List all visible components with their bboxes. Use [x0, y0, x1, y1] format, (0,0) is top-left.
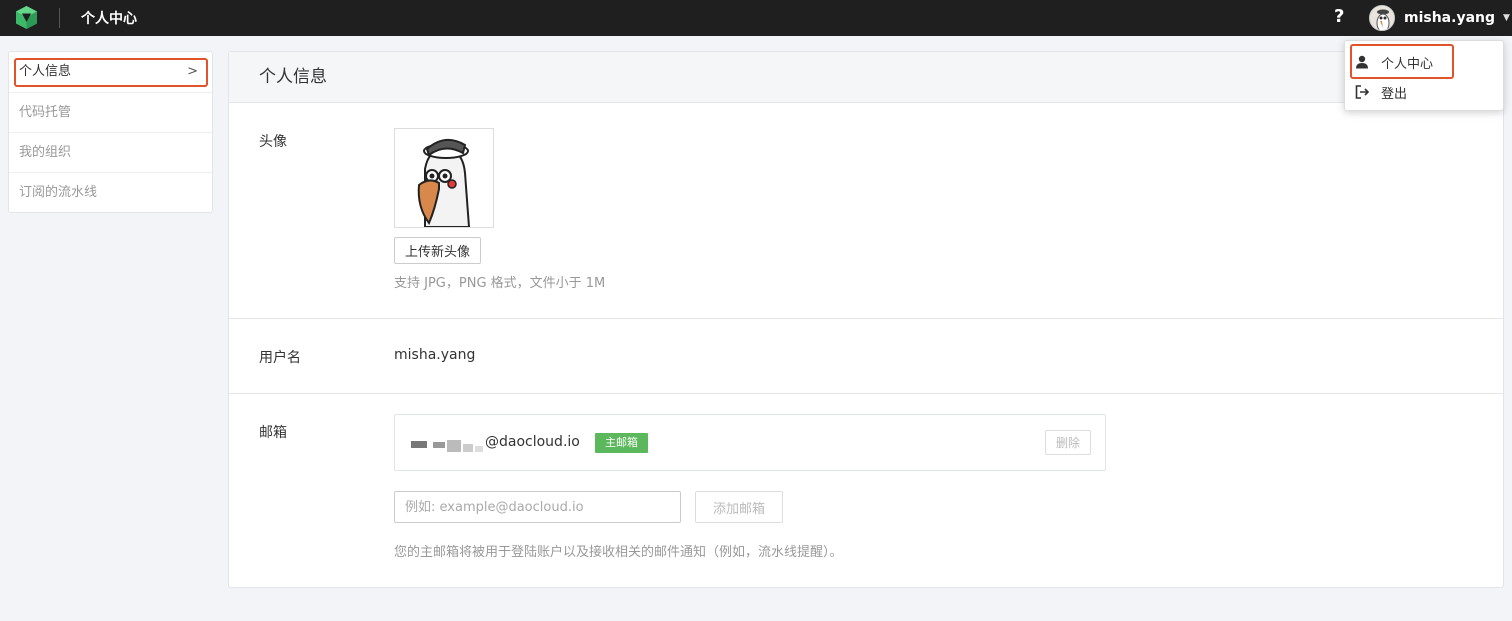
avatar: [1369, 5, 1395, 31]
username-label: 用户名: [259, 350, 301, 366]
sidebar-item-label: 代码托管: [19, 105, 72, 120]
sidebar-item-subscribed-pipelines[interactable]: 订阅的流水线: [9, 172, 212, 212]
help-icon[interactable]: ?: [1334, 6, 1344, 27]
user-menu-toggle[interactable]: misha.yang ▼: [1369, 4, 1510, 32]
email-address: @daocloud.io: [485, 434, 580, 450]
chevron-right-icon: >: [187, 64, 198, 79]
menu-item-logout[interactable]: 登出: [1353, 78, 1499, 106]
topbar-divider: [59, 8, 60, 28]
menu-item-label: 个人中心: [1381, 56, 1434, 72]
new-email-input[interactable]: [394, 491, 681, 523]
email-label: 邮箱: [259, 425, 287, 441]
sidebar-item-label: 订阅的流水线: [19, 185, 98, 200]
email-section: 邮箱 @daocloud.io 主邮箱 删除 添加邮箱 您的主邮箱将被用于登陆账…: [229, 394, 1503, 587]
sidebar-item-organizations[interactable]: 我的组织: [9, 132, 212, 172]
primary-email-badge: 主邮箱: [595, 433, 648, 453]
topbar-page-title: 个人中心: [81, 11, 137, 27]
avatar-section: 头像 上传新头像 支持 JPG，PNG 格式，文件小于 1M: [229, 103, 1503, 319]
add-email-button[interactable]: 添加邮箱: [695, 491, 784, 523]
duck-avatar-icon: [395, 129, 493, 228]
caret-down-icon: ▼: [1503, 13, 1510, 23]
email-note: 您的主邮箱将被用于登陆账户以及接收相关的邮件通知（例如，流水线提醒）。: [394, 545, 843, 560]
upload-hint: 支持 JPG，PNG 格式，文件小于 1M: [394, 276, 606, 291]
delete-email-button[interactable]: 删除: [1044, 430, 1091, 455]
username-section: 用户名 misha.yang: [229, 319, 1503, 394]
user-name: misha.yang: [1404, 10, 1496, 26]
page-title: 个人信息: [229, 52, 1503, 103]
daocloud-logo-icon[interactable]: [14, 5, 39, 30]
menu-item-profile[interactable]: 个人中心: [1353, 48, 1499, 76]
username-value: misha.yang: [394, 347, 476, 363]
sidebar-item-label: 我的组织: [19, 145, 72, 160]
profile-panel: 个人信息 头像 上传新头像 支持 JPG，PNG 格式，文件小于 1M 用户名 …: [228, 51, 1504, 588]
sidebar: 个人信息 > 代码托管 我的组织 订阅的流水线: [8, 51, 213, 213]
sidebar-item-code-hosting[interactable]: 代码托管: [9, 92, 212, 132]
sidebar-item-profile[interactable]: 个人信息 >: [9, 52, 212, 92]
top-navbar: 个人中心 ? misha.yang ▼: [0, 0, 1512, 36]
upload-avatar-button[interactable]: 上传新头像: [394, 237, 482, 264]
profile-avatar: [394, 128, 494, 228]
avatar-image-icon: [1370, 6, 1394, 30]
avatar-label: 头像: [259, 134, 287, 150]
user-icon: [1353, 55, 1371, 69]
email-entry: @daocloud.io 主邮箱 删除: [394, 414, 1106, 471]
user-dropdown-menu: 个人中心 登出: [1344, 40, 1504, 111]
menu-item-label: 登出: [1381, 86, 1408, 102]
redacted-email-mask: [411, 438, 485, 452]
logout-icon: [1353, 85, 1371, 99]
highlight-box: [14, 58, 208, 87]
